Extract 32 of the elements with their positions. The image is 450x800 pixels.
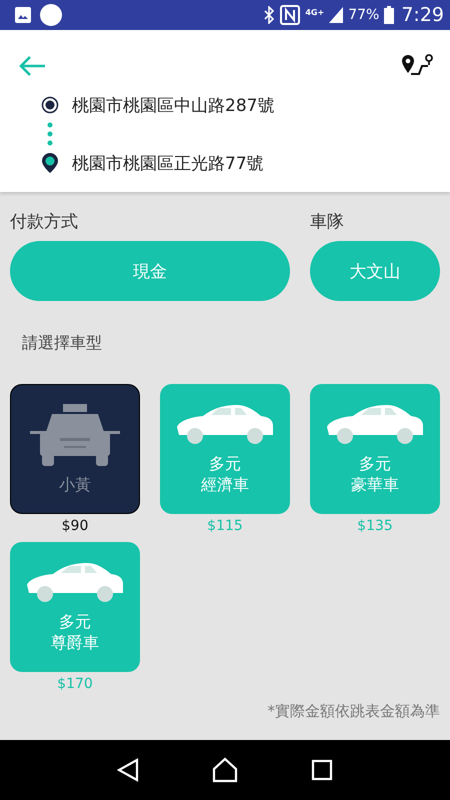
fare-note: *實際金額依跳表金額為準	[268, 702, 440, 721]
vehicle-price: $135	[357, 518, 393, 534]
payment-label: 付款方式	[10, 211, 79, 233]
section-label: 請選擇車型	[22, 333, 103, 354]
back-arrow-icon	[18, 55, 46, 77]
dotted-line-icon	[47, 122, 53, 146]
network-label: 4G+	[305, 8, 324, 17]
vehicle-card[interactable]: 小黃	[10, 384, 140, 514]
bluetooth-icon	[263, 6, 276, 24]
vehicle-price: $170	[57, 676, 93, 692]
location-pin-icon	[41, 152, 59, 174]
recents-nav-icon[interactable]	[311, 759, 334, 781]
clock-time: 7:29	[401, 4, 444, 26]
circle-icon	[40, 4, 62, 26]
battery-icon	[384, 6, 394, 24]
vehicle-price: $90	[62, 518, 88, 534]
back-nav-icon[interactable]	[116, 758, 139, 782]
nfc-icon	[280, 5, 300, 25]
home-nav-icon[interactable]	[212, 757, 238, 783]
vehicle-card[interactable]: 多元 尊爵車	[10, 542, 140, 672]
origin-address: 桃園市桃園區中山路287號	[72, 94, 274, 116]
origin-icon	[41, 96, 59, 114]
vehicle-price: $115	[207, 518, 243, 534]
vehicle-card[interactable]: 多元 豪華車	[310, 384, 440, 514]
fleet-button[interactable]: 大文山	[310, 241, 440, 301]
fleet-label: 車隊	[310, 211, 345, 233]
destination-address: 桃園市桃園區正光路77號	[72, 152, 264, 174]
picture-icon	[14, 6, 32, 24]
battery-percent: 77%	[348, 7, 380, 23]
signal-icon	[329, 7, 344, 23]
vehicle-card[interactable]: 多元 經濟車	[160, 384, 290, 514]
payment-button[interactable]: 現金	[10, 241, 290, 301]
